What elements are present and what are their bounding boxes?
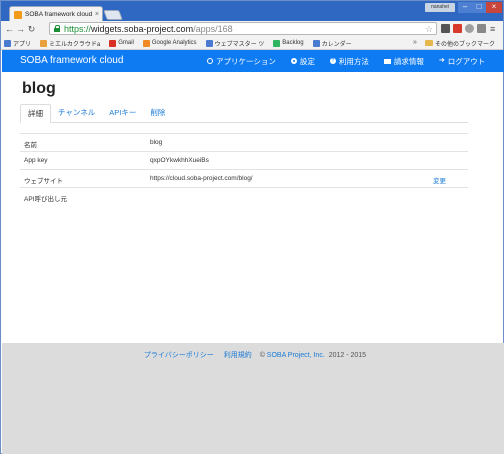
gear-icon xyxy=(290,58,297,64)
close-tab-icon[interactable]: × xyxy=(95,11,99,18)
terms-link[interactable]: 利用規約 xyxy=(224,352,252,359)
extension-icon[interactable] xyxy=(477,24,486,33)
nav-item-usage[interactable]: ? 利用方法 xyxy=(329,56,369,67)
browser-toolbar: ← → ↻ https:// widgets.soba-project.com … xyxy=(1,21,503,37)
new-tab-button[interactable] xyxy=(103,10,123,20)
page-title: blog xyxy=(22,80,56,97)
table-row: App key qxpOYkwkhhXueiBs xyxy=(20,151,468,169)
webmaster-icon xyxy=(205,39,213,47)
bookmark-label: Gmail xyxy=(118,40,134,46)
nav-item-logout[interactable]: ➜ ログアウト xyxy=(439,56,485,67)
apps-icon xyxy=(4,39,11,47)
bookmark-label: Backlog xyxy=(282,40,304,46)
nav-item-applications[interactable]: アプリケーション xyxy=(207,56,276,67)
url-host: widgets.soba-project.com xyxy=(91,23,194,34)
copyright-prefix: © xyxy=(259,352,267,359)
tab-details[interactable]: 詳細 xyxy=(20,104,51,123)
browser-tab[interactable]: SOBA framework cloud × xyxy=(9,6,103,22)
website-label: ウェブサイト xyxy=(24,178,63,185)
privacy-policy-link[interactable]: プライバシーポリシー xyxy=(144,352,214,359)
nav-item-settings[interactable]: 設定 xyxy=(290,56,315,67)
table-row: API呼び出し元 xyxy=(20,187,468,205)
extension-icon[interactable] xyxy=(441,24,450,33)
nav-item-label: ログアウト xyxy=(447,56,486,66)
bookmark-item[interactable]: アプリ xyxy=(4,39,31,48)
api-caller-label: API呼び出し元 xyxy=(24,196,67,203)
bookmark-item[interactable]: カレンダー xyxy=(312,39,352,48)
other-bookmarks[interactable]: その他のブックマーク xyxy=(425,37,495,49)
mieruca-icon xyxy=(40,39,48,47)
reload-icon[interactable]: ↻ xyxy=(26,22,37,36)
bookmarks-bar: アプリ ミエルカクラウドa Gmail Google Analytics ウェブ… xyxy=(1,37,503,50)
company-link[interactable]: SOBA Project, Inc. xyxy=(267,352,325,359)
name-value: blog xyxy=(150,139,163,146)
tab-api-keys[interactable]: APIキー xyxy=(102,104,143,122)
other-bookmarks-label: その他のブックマーク xyxy=(435,41,496,48)
user-badge[interactable]: nanahei xyxy=(425,3,455,12)
copyright-years: 2012 - 2015 xyxy=(326,352,367,359)
edit-website-link[interactable]: 変更 xyxy=(433,175,446,185)
bookmark-item[interactable]: ウェブマスター ツ xyxy=(205,39,265,48)
url-path: /apps/168 xyxy=(193,23,233,34)
site-navbar: SOBA framework cloud アプリケーション 設定 ? 利用方法 … xyxy=(2,50,504,72)
bookmark-label: Google Analytics xyxy=(151,40,197,46)
tab-title: SOBA framework cloud xyxy=(25,11,93,18)
back-icon[interactable]: ← xyxy=(4,22,15,36)
bookmark-item[interactable]: Gmail xyxy=(109,39,134,47)
bookmark-label: ウェブマスター ツ xyxy=(214,41,265,48)
bookmark-item[interactable]: Google Analytics xyxy=(142,39,197,47)
nav-item-label: アプリケーション xyxy=(216,56,276,66)
bookmark-item[interactable]: ミエルカクラウドa xyxy=(40,39,100,48)
nav-item-billing[interactable]: 請求情報 xyxy=(383,56,424,67)
favicon-icon xyxy=(14,10,22,19)
bookmark-label: ミエルカクラウドa xyxy=(49,41,101,48)
tab-channels[interactable]: チャンネル xyxy=(51,104,102,122)
table-row: ウェブサイト https://cloud.soba-project.com/bl… xyxy=(20,169,468,187)
bookmark-label: カレンダー xyxy=(321,41,352,48)
bookmark-item[interactable]: Backlog xyxy=(273,39,304,47)
maximize-button[interactable]: □ xyxy=(472,2,486,13)
nav-item-label: 設定 xyxy=(299,56,315,66)
menu-icon[interactable]: ≡ xyxy=(490,23,495,35)
bookmarks-more-button[interactable]: » xyxy=(413,37,417,49)
folder-icon xyxy=(425,40,433,46)
table-row: 名前 blog xyxy=(20,133,468,151)
brand-link[interactable]: SOBA framework cloud xyxy=(20,55,123,66)
minimize-button[interactable]: – xyxy=(458,2,472,13)
gmail-icon xyxy=(109,39,117,47)
logout-icon: ➜ xyxy=(438,57,445,64)
forward-icon[interactable]: → xyxy=(15,22,26,36)
bookmark-label: アプリ xyxy=(13,41,32,48)
analytics-icon xyxy=(142,39,150,47)
url-scheme: https:// xyxy=(64,23,92,34)
globe-icon xyxy=(207,58,213,64)
website-value: https://cloud.soba-project.com/blog/ xyxy=(150,175,253,182)
browser-window: SOBA framework cloud × nanahei – □ × ← →… xyxy=(0,0,504,454)
close-window-button[interactable]: × xyxy=(486,2,502,13)
appkey-label: App key xyxy=(24,157,48,164)
extension-icon[interactable] xyxy=(465,24,474,33)
detail-table: 名前 blog App key qxpOYkwkhhXueiBs ウェブサイト … xyxy=(20,133,468,205)
address-bar[interactable]: https:// widgets.soba-project.com /apps/… xyxy=(49,22,437,35)
tab-delete[interactable]: 削除 xyxy=(143,104,172,122)
nav-item-label: 請求情報 xyxy=(393,56,424,66)
lock-icon xyxy=(54,25,60,32)
bookmark-star-icon[interactable]: ☆ xyxy=(425,23,433,35)
name-label: 名前 xyxy=(24,142,37,149)
appkey-value: qxpOYkwkhhXueiBs xyxy=(150,157,209,164)
card-icon xyxy=(383,58,391,64)
extension-icon[interactable] xyxy=(453,24,462,33)
page-footer: プライバシーポリシー 利用規約 © SOBA Project, Inc. 201… xyxy=(2,343,504,454)
nav-item-label: 利用方法 xyxy=(338,56,369,66)
help-icon: ? xyxy=(329,58,336,64)
calendar-icon xyxy=(312,39,320,47)
detail-tabs: 詳細 チャンネル APIキー 削除 xyxy=(20,104,468,123)
footer-links: プライバシーポリシー 利用規約 © SOBA Project, Inc. 201… xyxy=(2,350,504,360)
nav-menu: アプリケーション 設定 ? 利用方法 請求情報 ➜ ログアウト xyxy=(207,50,500,72)
backlog-icon xyxy=(273,39,281,47)
tab-strip: SOBA framework cloud × nanahei – □ × xyxy=(1,1,503,22)
